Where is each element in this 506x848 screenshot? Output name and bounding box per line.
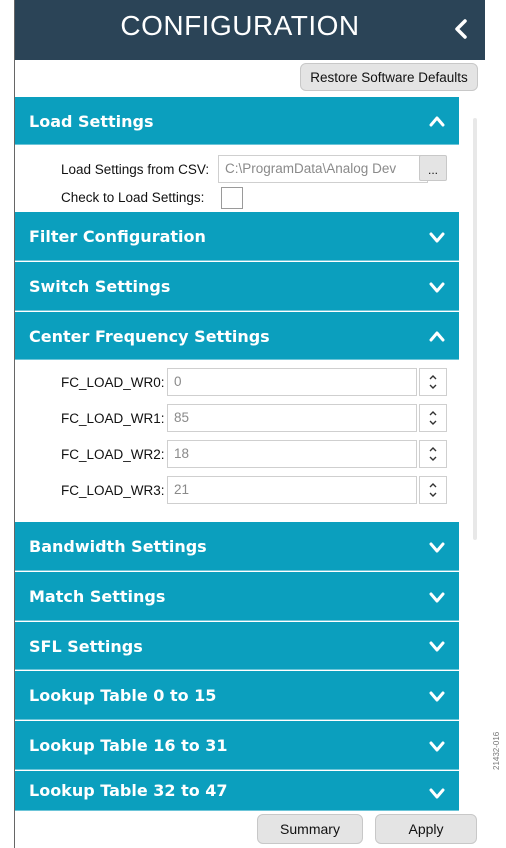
chevron-down-icon (425, 585, 449, 609)
panel-header: CONFIGURATION (15, 0, 485, 60)
figure-number: 21432-016 (492, 731, 501, 770)
browse-button[interactable]: ... (419, 155, 447, 181)
section-match-settings[interactable]: Match Settings (15, 572, 459, 621)
fc-load-wr1-label: FC_LOAD_WR1: (61, 411, 165, 426)
chevron-down-icon (425, 781, 449, 805)
fc-load-wr0-stepper[interactable] (419, 368, 447, 396)
fc-load-wr3-input[interactable]: 21 (167, 476, 417, 504)
configuration-panel: CONFIGURATION Restore Software Defaults … (15, 0, 485, 848)
section-title: SFL Settings (29, 636, 143, 656)
section-switch-settings[interactable]: Switch Settings (15, 262, 459, 311)
summary-button[interactable]: Summary (257, 814, 363, 844)
load-settings-checkbox[interactable] (221, 187, 243, 209)
section-title: Center Frequency Settings (29, 326, 270, 346)
section-title: Lookup Table 16 to 31 (29, 736, 228, 755)
section-bandwidth-settings[interactable]: Bandwidth Settings (15, 522, 459, 571)
section-title: Filter Configuration (29, 227, 206, 246)
apply-button[interactable]: Apply (375, 814, 477, 844)
section-title: Lookup Table 0 to 15 (29, 686, 217, 705)
chevron-up-icon (425, 324, 449, 348)
chevron-down-icon (425, 634, 449, 658)
scrollbar[interactable] (473, 118, 477, 540)
page-title: CONFIGURATION (120, 10, 360, 41)
fc-load-wr3-stepper[interactable] (419, 476, 447, 504)
section-title: Load Settings (29, 111, 154, 131)
spinner-arrows-icon (429, 411, 437, 425)
section-title: Switch Settings (29, 277, 171, 296)
chevron-down-icon (425, 734, 449, 758)
chevron-up-icon (425, 109, 449, 133)
fc-load-wr1-input[interactable]: 85 (167, 404, 417, 432)
section-center-frequency-settings[interactable]: Center Frequency Settings (15, 312, 459, 360)
section-title: Bandwidth Settings (29, 537, 207, 556)
section-filter-configuration[interactable]: Filter Configuration (15, 212, 459, 261)
spinner-arrows-icon (429, 375, 437, 389)
fc-load-wr1-stepper[interactable] (419, 404, 447, 432)
fc-load-wr0-input[interactable]: 0 (167, 368, 417, 396)
chevron-down-icon (425, 275, 449, 299)
fc-load-wr2-stepper[interactable] (419, 440, 447, 468)
section-title: Match Settings (29, 587, 166, 606)
spinner-arrows-icon (429, 447, 437, 461)
chevron-down-icon (425, 684, 449, 708)
check-load-label: Check to Load Settings: (61, 190, 205, 205)
csv-label: Load Settings from CSV: (61, 162, 210, 177)
section-load-settings[interactable]: Load Settings (15, 97, 459, 145)
fc-load-wr2-label: FC_LOAD_WR2: (61, 447, 165, 462)
chevron-left-icon (455, 19, 467, 39)
restore-defaults-button[interactable]: Restore Software Defaults (300, 63, 478, 91)
section-lookup-16-31[interactable]: Lookup Table 16 to 31 (15, 721, 459, 770)
fc-load-wr0-label: FC_LOAD_WR0: (61, 375, 165, 390)
section-lookup-0-15[interactable]: Lookup Table 0 to 15 (15, 671, 459, 720)
collapse-panel-button[interactable] (451, 16, 471, 42)
chevron-down-icon (425, 225, 449, 249)
fc-load-wr2-input[interactable]: 18 (167, 440, 417, 468)
spinner-arrows-icon (429, 483, 437, 497)
fc-load-wr3-label: FC_LOAD_WR3: (61, 483, 165, 498)
section-lookup-32-47[interactable]: Lookup Table 32 to 47 (15, 771, 459, 811)
csv-path-input[interactable]: C:\ProgramData\Analog Dev (218, 155, 428, 183)
section-title: Lookup Table 32 to 47 (29, 781, 228, 800)
chevron-down-icon (425, 535, 449, 559)
section-sfl-settings[interactable]: SFL Settings (15, 622, 459, 670)
